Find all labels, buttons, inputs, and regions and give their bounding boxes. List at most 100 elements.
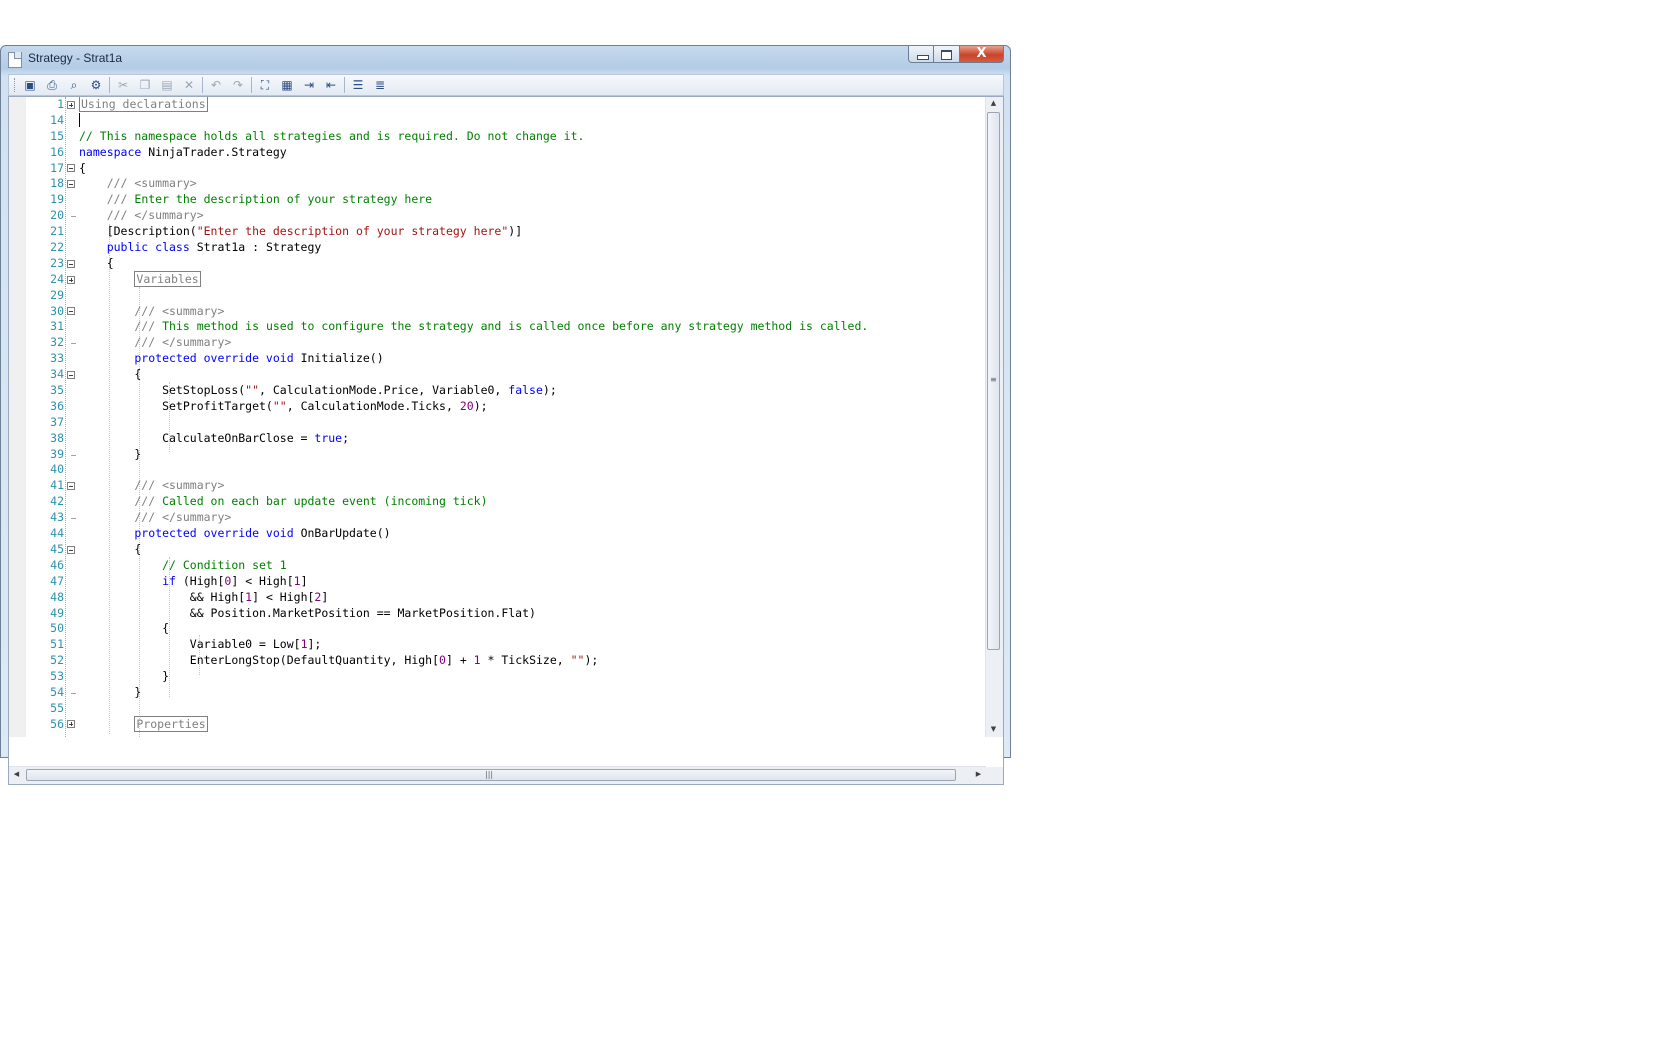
window-title: Strategy - Strat1a [28,51,123,65]
minimize-button[interactable] [908,46,934,63]
comment-text: Enter the description of your strategy h… [134,192,433,207]
collapse-icon[interactable] [67,180,75,188]
code-line: Using declarations [79,97,983,113]
line-number: 16 [50,144,64,159]
delete-icon[interactable]: ✕ [180,76,198,94]
print-icon[interactable]: ⎙ [43,76,61,94]
fold-end-marker [71,216,76,217]
scroll-right-icon[interactable]: ▶ [971,770,986,778]
collapse-icon[interactable] [67,260,75,268]
code-line: { [79,255,114,270]
copy-icon[interactable]: ❐ [136,76,154,94]
vertical-scroll-thumb[interactable]: ≡ [987,112,1000,650]
collapse-icon[interactable] [67,164,75,172]
caption-buttons: X [908,46,1004,64]
string-literal: "" [570,653,585,668]
code-line: && Position.MarketPosition == MarketPosi… [79,605,536,620]
uncomment-icon[interactable]: ≣ [371,76,389,94]
code-line: Variable0 = Low[1]; [79,637,983,653]
code-text: Initialize() [293,351,384,366]
code-text: ); [473,398,488,413]
number-literal: 1 [300,637,308,652]
line-number: 29 [50,287,64,302]
code-text: OnBarUpdate() [293,526,391,541]
scrollbar-corner [986,767,1003,784]
comment-icon[interactable]: ☰ [349,76,367,94]
title-bar[interactable]: Strategy - Strat1a X [1,46,1010,72]
line-number: 50 [50,621,64,636]
find-icon[interactable]: ⛶ [256,76,274,94]
line-number: 40 [50,462,64,477]
number-literal: 1 [293,573,301,588]
number-literal: 0 [439,653,446,668]
line-number: 46 [50,557,64,572]
expand-icon[interactable] [67,101,75,109]
collapse-icon[interactable] [67,371,75,379]
code-line: // Condition set 1 [79,557,287,572]
code-line: SetStopLoss("", CalculationMode.Price, V… [79,383,983,399]
compile-icon[interactable]: ⚙ [87,76,105,94]
horizontal-scroll-thumb[interactable]: ||| [26,769,956,781]
doc-marker: /// [79,319,163,334]
code-text: ] + [445,653,474,668]
vertical-scrollbar[interactable]: ▲ ≡ ▼ [985,97,1003,737]
horizontal-scrollbar[interactable]: ◀ ||| ▶ [9,766,986,784]
scroll-up-icon[interactable]: ▲ [986,99,1001,107]
close-button[interactable]: X [960,46,1004,63]
indent-icon[interactable]: ⇥ [300,76,318,94]
line-number: 15 [50,128,64,143]
line-number: 44 [50,526,64,541]
line-number: 19 [50,192,64,207]
cut-icon[interactable]: ✂ [114,76,132,94]
code-text: CalculateOnBarClose = [79,430,315,445]
code-editor[interactable]: 1 14 15 16 17 18 19 20 21 22 23 24 29 30 31 32 33 34 35 36 3… [8,96,1004,785]
save-icon[interactable]: ▣ [21,76,39,94]
code-line: [Description("Enter the description of y… [79,224,983,240]
code-line: if (High[0] < High[1] [79,574,983,590]
paste-icon[interactable]: ▤ [158,76,176,94]
collapse-icon[interactable] [67,482,75,490]
line-number: 47 [50,573,64,588]
code-line: SetProfitTarget("", CalculationMode.Tick… [79,399,983,415]
thumb-grip-icon: ||| [485,770,494,779]
maximize-button[interactable] [934,46,960,63]
code-area[interactable]: Using declarations // This namespace hol… [79,97,983,733]
close-icon: X [976,46,987,61]
thumb-grip-icon: ≡ [990,375,997,384]
undo-icon[interactable]: ↶ [207,76,225,94]
outdent-icon[interactable]: ⇤ [322,76,340,94]
fold-end-marker [71,343,76,344]
keyword: protected override void [79,526,294,541]
doc-marker: /// [79,494,163,509]
expand-icon[interactable] [67,276,75,284]
collapse-icon[interactable] [67,546,75,554]
code-text: ] [300,573,308,588]
keyword: namespace [79,144,142,159]
collapse-icon[interactable] [67,307,75,315]
toolbar-grip[interactable] [14,78,18,92]
collapsed-region-variables[interactable]: Variables [134,270,201,287]
line-number: 55 [50,700,64,715]
code-line: /// </summary> [79,510,232,525]
expand-icon[interactable] [67,720,75,728]
selection-margin[interactable] [9,97,26,737]
line-number: 39 [50,446,64,461]
redo-icon[interactable]: ↷ [229,76,247,94]
code-line: /// <summary> [79,176,197,191]
line-number: 37 [50,414,64,429]
scroll-down-icon[interactable]: ▼ [986,725,1001,733]
line-number: 45 [50,541,64,556]
outline-margin [65,97,78,737]
collapsed-region-properties[interactable]: Properties [134,715,208,732]
collapsed-region-using[interactable]: Using declarations [79,97,208,112]
print-preview-icon[interactable]: ⌕ [65,76,83,94]
line-number: 56 [50,716,64,731]
replace-icon[interactable]: ▦ [278,76,296,94]
code-line: { [79,621,170,636]
code-line: CalculateOnBarClose = true; [79,431,983,447]
line-number: 54 [50,684,64,699]
scroll-left-icon[interactable]: ◀ [9,770,24,778]
